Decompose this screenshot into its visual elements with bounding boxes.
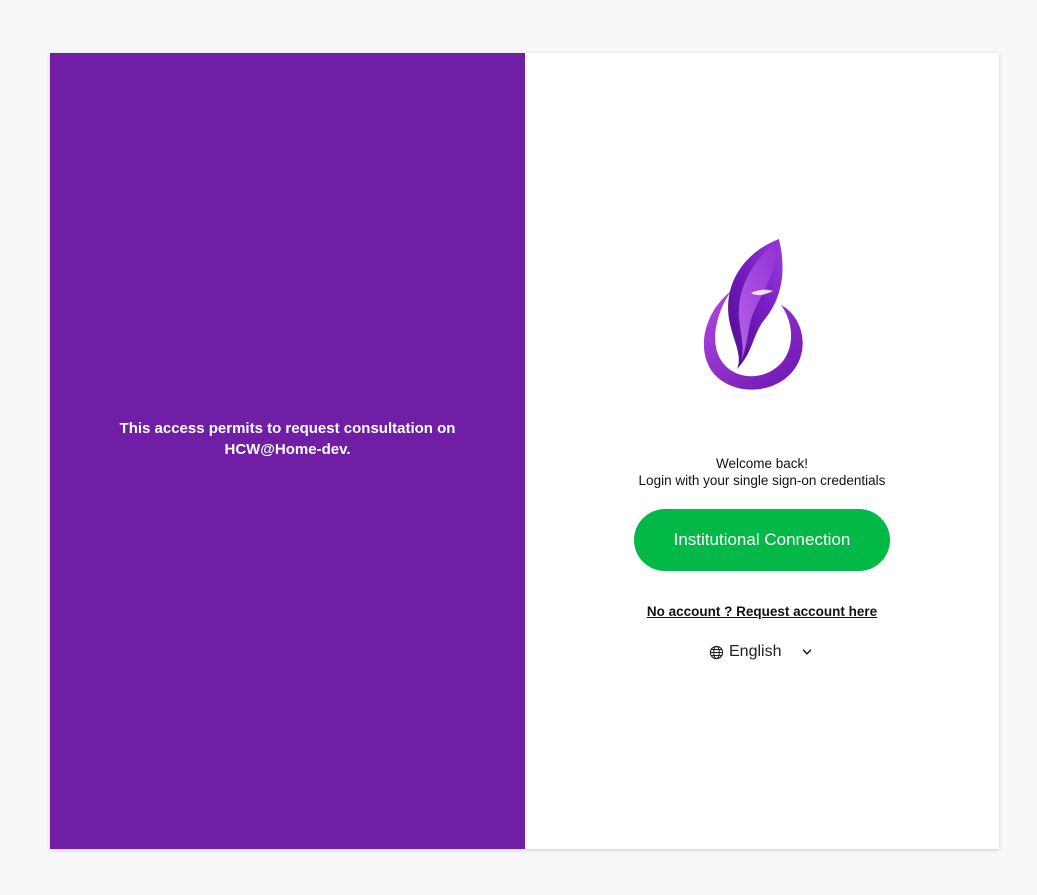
access-info-text: This access permits to request consultat… [119, 420, 456, 458]
feather-logo-icon [693, 233, 813, 395]
welcome-message: Welcome back! Login with your single sig… [525, 455, 999, 489]
info-panel: This access permits to request consultat… [50, 53, 525, 849]
login-card: This access permits to request consultat… [50, 53, 999, 849]
login-panel: Welcome back! Login with your single sig… [525, 53, 999, 849]
welcome-title: Welcome back! [715, 456, 809, 471]
globe-icon [709, 645, 724, 660]
language-label: English [729, 643, 782, 660]
request-account-link[interactable]: No account ? Request account here [525, 604, 999, 619]
institutional-connection-button[interactable]: Institutional Connection [634, 509, 890, 571]
welcome-subtitle: Login with your single sign-on credentia… [638, 473, 886, 488]
chevron-down-icon [801, 646, 813, 658]
language-select[interactable]: English [709, 641, 815, 663]
